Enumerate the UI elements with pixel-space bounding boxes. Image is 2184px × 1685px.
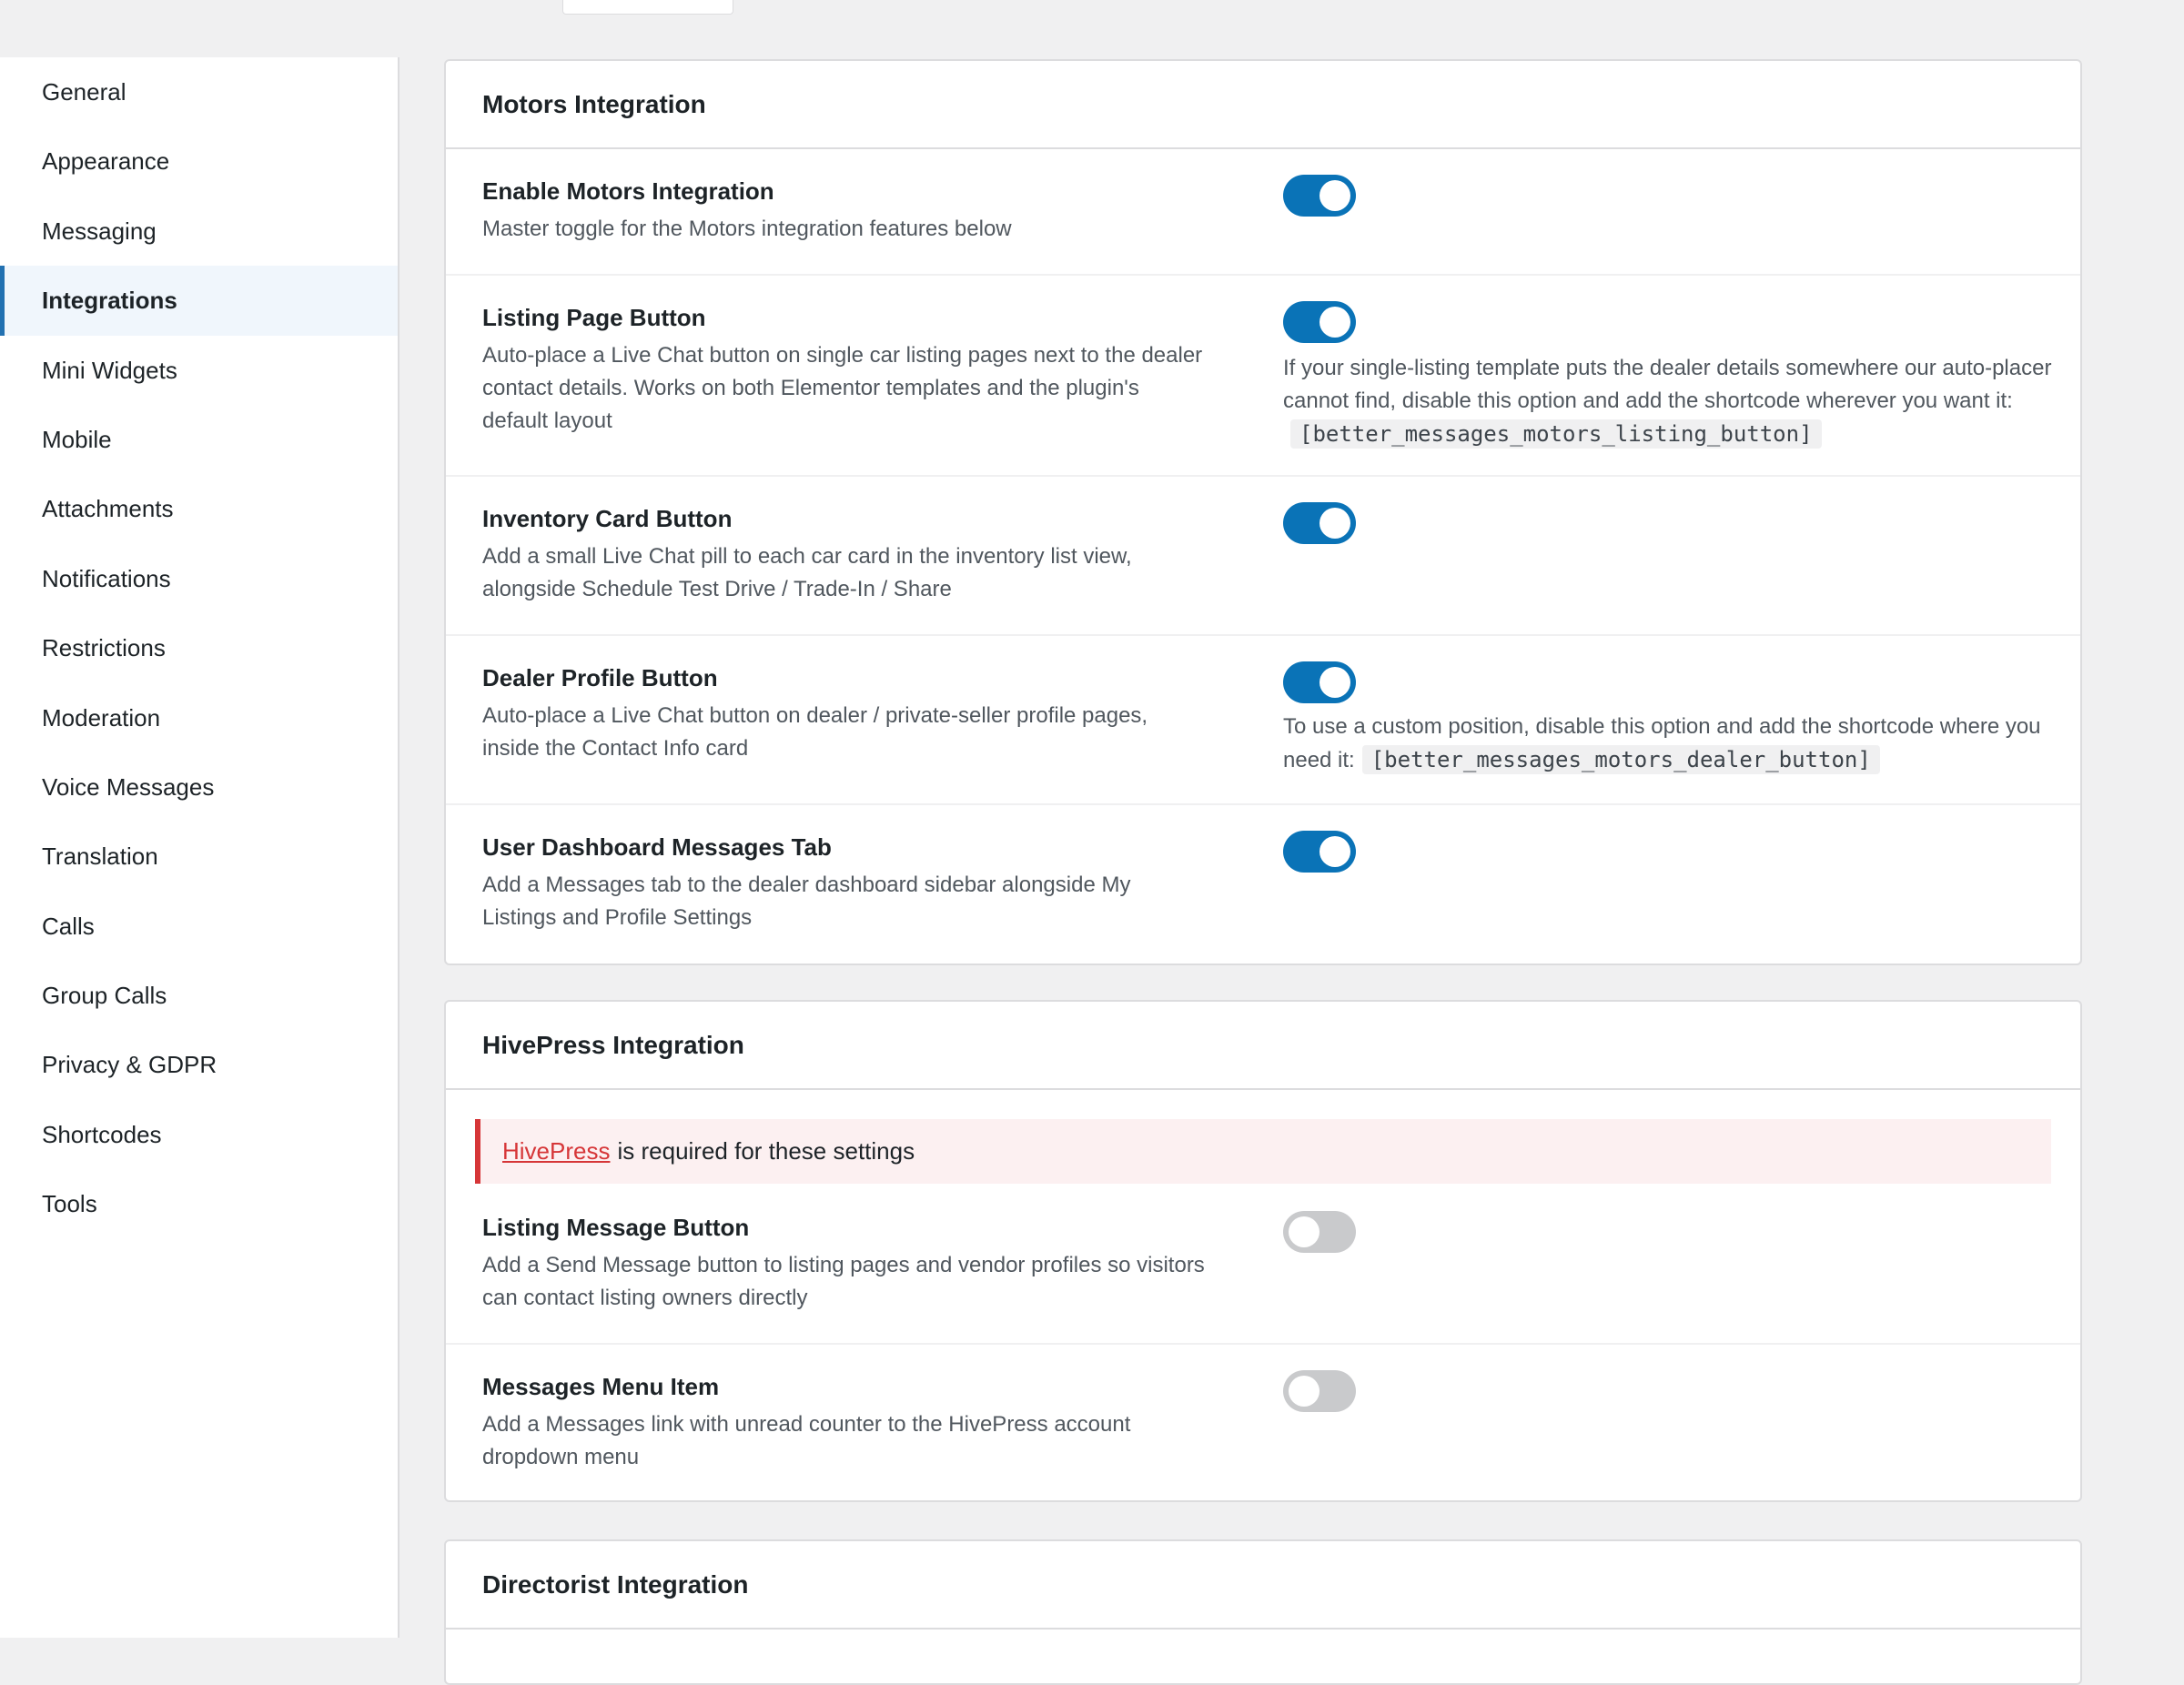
sidebar-item-general[interactable]: General (0, 57, 398, 126)
toggle-knob (1320, 508, 1350, 539)
toggle-knob (1320, 667, 1350, 698)
setting-title: Enable Motors Integration (482, 177, 774, 205)
plugin-required-notice: HivePress is required for these settings (475, 1119, 2051, 1184)
setting-help: If your single-listing template puts the… (1283, 352, 2057, 451)
enable-motors-toggle[interactable] (1283, 175, 1356, 217)
inventory-card-button-toggle[interactable] (1283, 502, 1356, 544)
panel-title: Directorist Integration (446, 1541, 2080, 1630)
setting-title: Messages Menu Item (482, 1373, 720, 1400)
sidebar-item-attachments[interactable]: Attachments (0, 474, 398, 543)
sidebar-item-notifications[interactable]: Notifications (0, 544, 398, 613)
sidebar-item-voice-messages[interactable]: Voice Messages (0, 752, 398, 822)
listing-message-button-toggle[interactable] (1283, 1211, 1356, 1253)
sidebar-item-integrations[interactable]: Integrations (0, 266, 398, 336)
notice-text: is required for these settings (617, 1137, 915, 1165)
sidebar-item-appearance[interactable]: Appearance (0, 126, 398, 196)
setting-row-listing-message-button: Listing Message Button Add a Send Messag… (446, 1184, 2080, 1345)
setting-description: Master toggle for the Motors integration… (482, 217, 1012, 241)
toggle-knob (1289, 1216, 1320, 1247)
sidebar-item-restrictions[interactable]: Restrictions (0, 613, 398, 682)
setting-description: Add a Messages tab to the dealer dashboa… (482, 873, 1131, 930)
setting-description: Add a small Live Chat pill to each car c… (482, 544, 1132, 601)
user-dashboard-messages-tab-toggle[interactable] (1283, 831, 1356, 873)
setting-title: User Dashboard Messages Tab (482, 833, 832, 861)
setting-description: Auto-place a Live Chat button on single … (482, 343, 1203, 433)
sidebar-item-moderation[interactable]: Moderation (0, 683, 398, 752)
setting-help: To use a custom position, disable this o… (1283, 711, 2057, 777)
sidebar-item-mobile[interactable]: Mobile (0, 405, 398, 474)
panel-title: HivePress Integration (446, 1002, 2080, 1090)
help-text: If your single-listing template puts the… (1283, 356, 2052, 413)
sidebar-item-messaging[interactable]: Messaging (0, 197, 398, 266)
dealer-profile-button-toggle[interactable] (1283, 661, 1356, 703)
listing-page-button-toggle[interactable] (1283, 301, 1356, 343)
shortcode: [better_messages_motors_listing_button] (1290, 419, 1822, 449)
setting-description: Auto-place a Live Chat button on dealer … (482, 703, 1148, 761)
setting-description: Add a Send Message button to listing pag… (482, 1253, 1205, 1310)
toggle-knob (1320, 307, 1350, 338)
toggle-knob (1320, 180, 1350, 211)
panel-title: Motors Integration (446, 61, 2080, 149)
sidebar-item-privacy-gdpr[interactable]: Privacy & GDPR (0, 1030, 398, 1099)
shortcode: [better_messages_motors_dealer_button] (1361, 745, 1880, 774)
hivepress-link[interactable]: HivePress (502, 1137, 610, 1165)
settings-sidebar: General Appearance Messaging Integration… (0, 57, 399, 1638)
sidebar-item-mini-widgets[interactable]: Mini Widgets (0, 336, 398, 405)
toggle-knob (1320, 836, 1350, 867)
toggle-knob (1289, 1376, 1320, 1407)
setting-row-inventory-card-button: Inventory Card Button Add a small Live C… (446, 477, 2080, 636)
messages-menu-item-toggle[interactable] (1283, 1370, 1356, 1412)
setting-row-dealer-profile-button: Dealer Profile Button Auto-place a Live … (446, 636, 2080, 805)
setting-title: Listing Message Button (482, 1214, 750, 1241)
sidebar-item-tools[interactable]: Tools (0, 1169, 398, 1238)
motors-integration-panel: Motors Integration Enable Motors Integra… (444, 59, 2082, 965)
hivepress-integration-panel: HivePress Integration HivePress is requi… (444, 1000, 2082, 1502)
setting-description: Add a Messages link with unread counter … (482, 1412, 1131, 1469)
sidebar-item-calls[interactable]: Calls (0, 892, 398, 961)
top-tab[interactable] (562, 0, 733, 15)
setting-row-enable-motors: Enable Motors Integration Master toggle … (446, 149, 2080, 276)
sidebar-item-translation[interactable]: Translation (0, 822, 398, 891)
setting-title: Dealer Profile Button (482, 664, 718, 691)
setting-row-user-dashboard-messages-tab: User Dashboard Messages Tab Add a Messag… (446, 805, 2080, 964)
sidebar-item-group-calls[interactable]: Group Calls (0, 961, 398, 1030)
setting-row-messages-menu-item: Messages Menu Item Add a Messages link w… (446, 1345, 2080, 1500)
setting-title: Listing Page Button (482, 304, 706, 331)
setting-title: Inventory Card Button (482, 505, 733, 532)
sidebar-item-shortcodes[interactable]: Shortcodes (0, 1100, 398, 1169)
setting-row-listing-page-button: Listing Page Button Auto-place a Live Ch… (446, 276, 2080, 477)
directorist-integration-panel: Directorist Integration (444, 1539, 2082, 1685)
